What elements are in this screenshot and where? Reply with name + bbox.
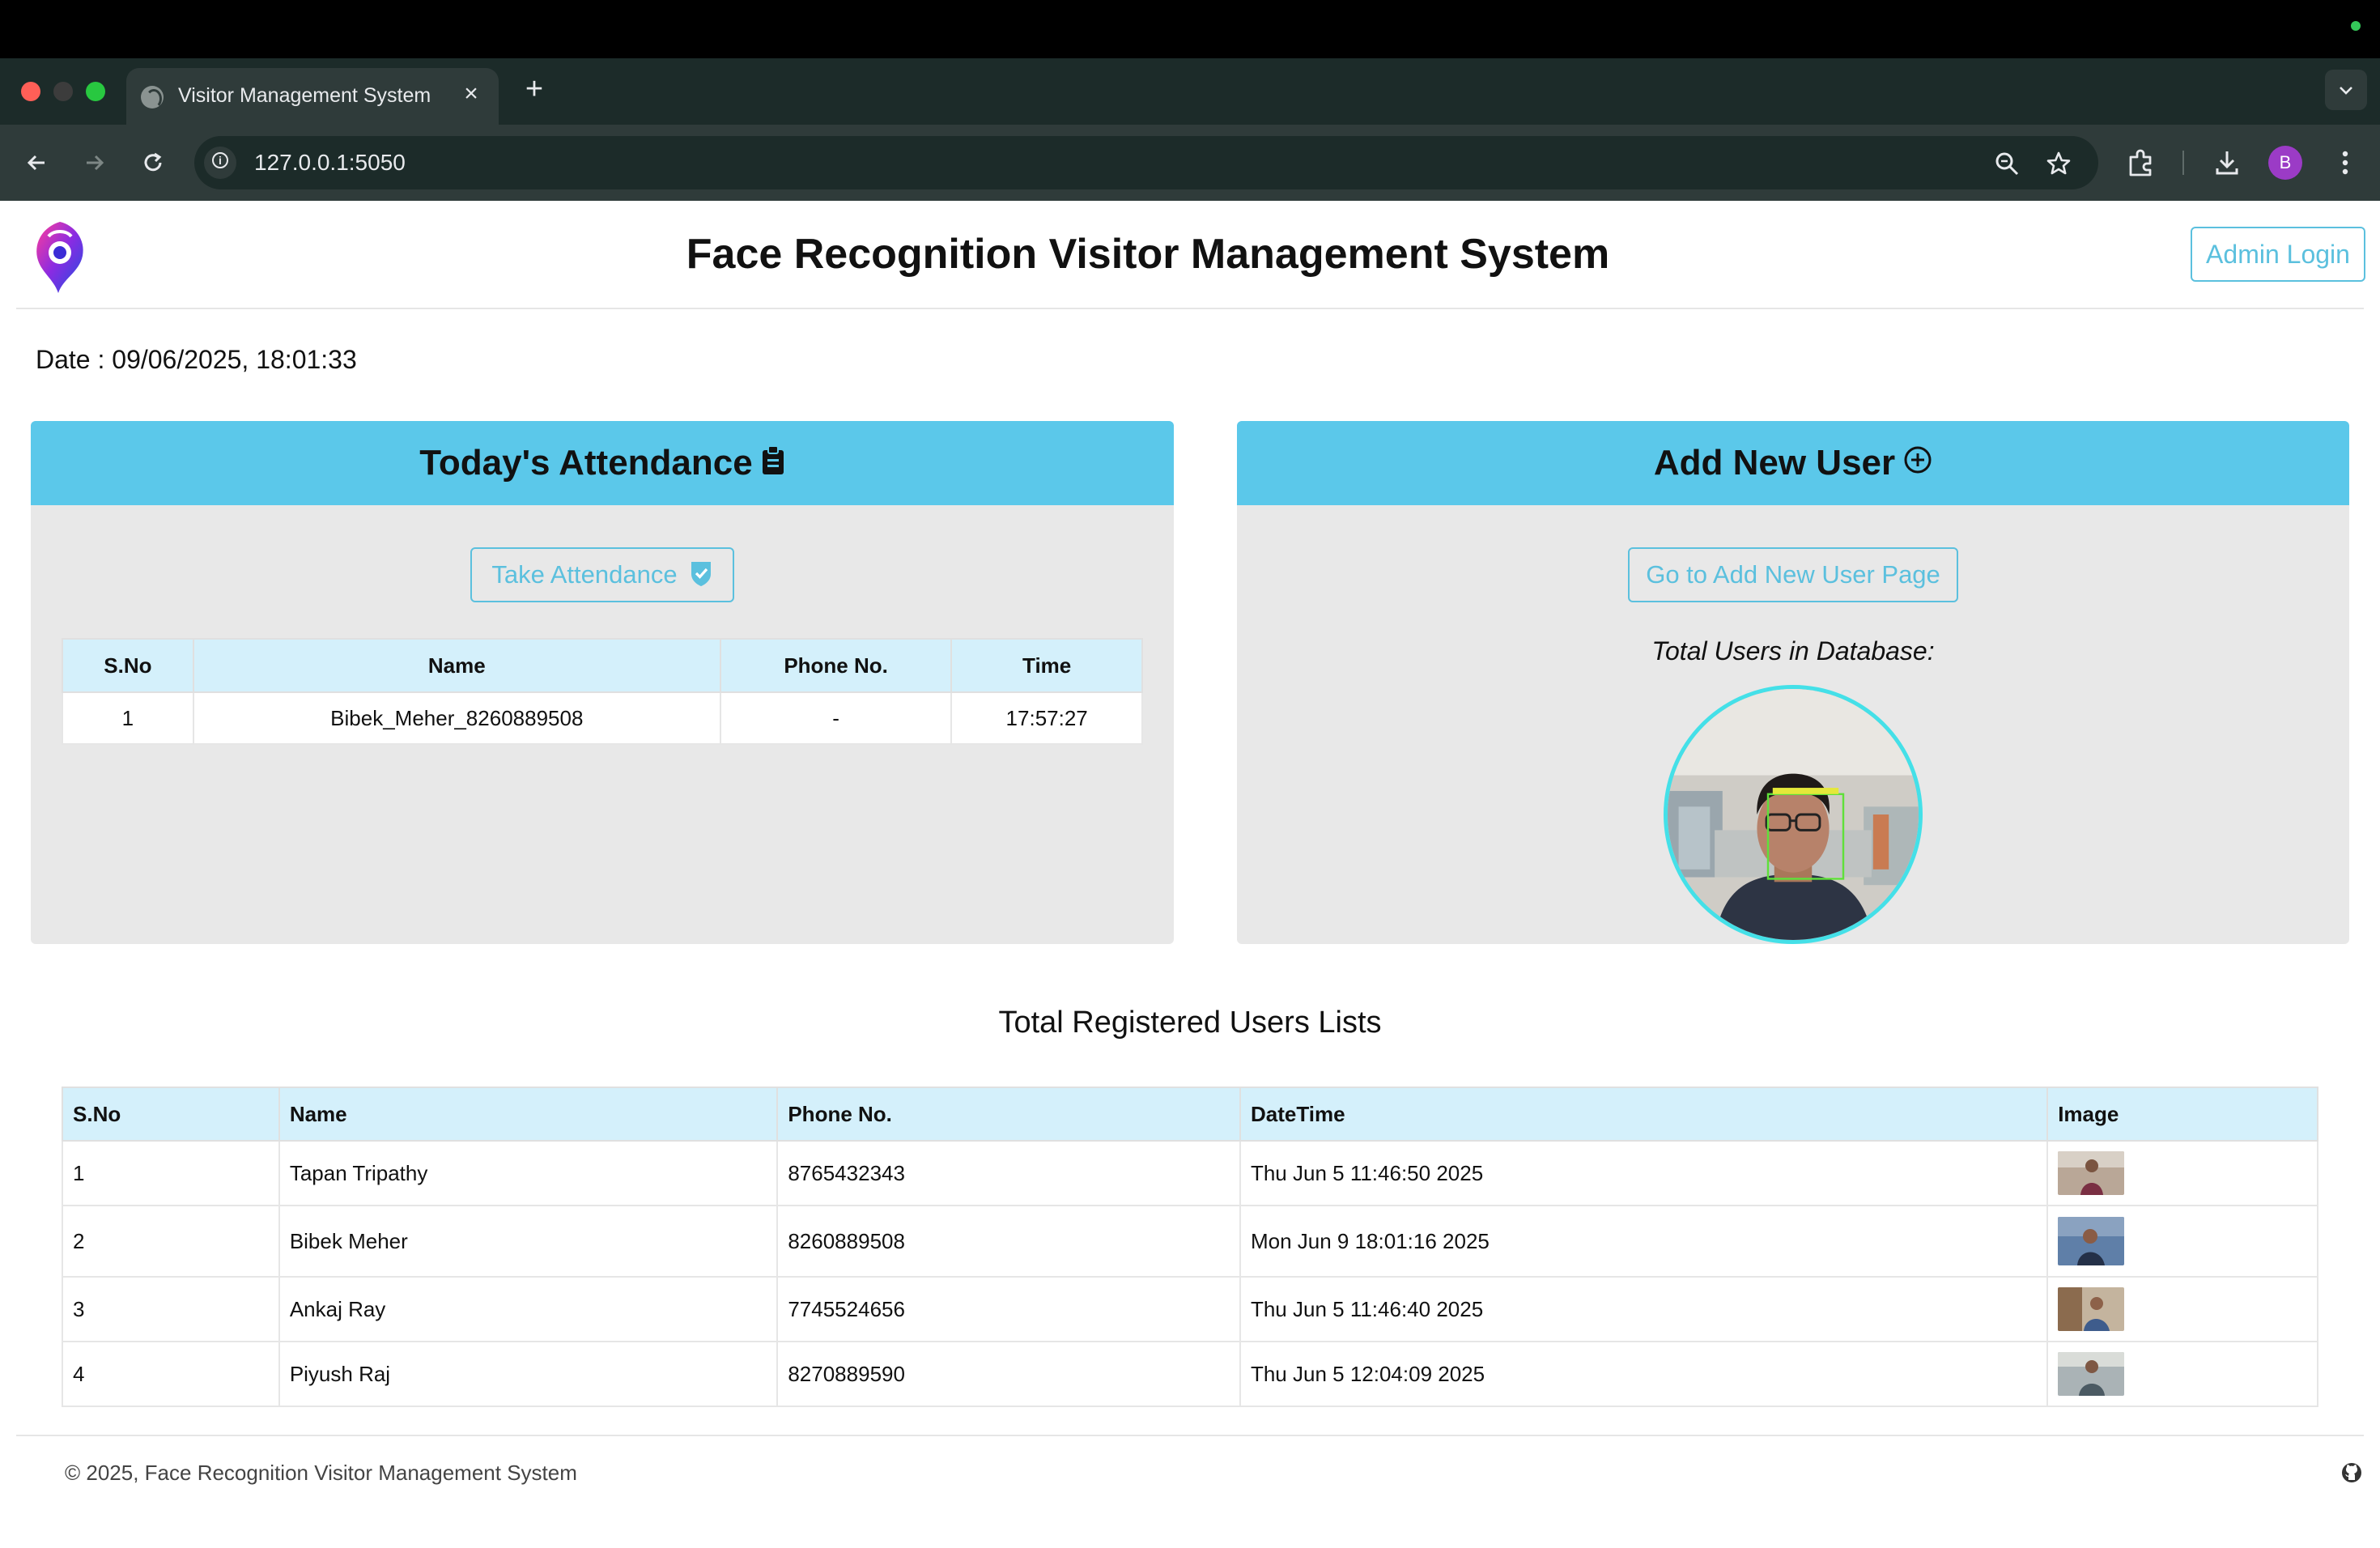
tab-search-button[interactable] (2325, 70, 2367, 110)
cell-phone: 8260889508 (776, 1205, 1241, 1278)
browser-tab-bar: Visitor Management System × + (0, 58, 2380, 125)
cell-phone: - (719, 691, 953, 745)
cell-datetime: Thu Jun 5 11:46:40 2025 (1239, 1276, 2049, 1342)
take-attendance-button[interactable]: Take Attendance (470, 547, 734, 602)
registered-header-row: S.No Name Phone No. DateTime Image (62, 1087, 2318, 1142)
page-content: Face Recognition Visitor Management Syst… (0, 201, 2380, 1548)
attendance-card: Today's Attendance Take Attendance S.No … (31, 421, 1174, 944)
table-row: 3 Ankaj Ray 7745524656 Thu Jun 5 11:46:4… (62, 1276, 2318, 1342)
user-thumbnail[interactable] (2058, 1151, 2125, 1195)
cell-image (2046, 1205, 2318, 1278)
cell-phone: 8270889590 (776, 1341, 1241, 1407)
cell-sno: 1 (62, 691, 194, 745)
toolbar-separator (2182, 151, 2184, 175)
table-row: 1 Tapan Tripathy 8765432343 Thu Jun 5 11… (62, 1140, 2318, 1206)
column-header: Phone No. (719, 638, 953, 693)
tab-title: Visitor Management System (178, 84, 431, 107)
attendance-card-header: Today's Attendance (31, 421, 1174, 505)
browser-tab[interactable]: Visitor Management System × (126, 68, 499, 125)
window-close-button[interactable] (21, 82, 40, 101)
table-row: 1 Bibek_Meher_8260889508 - 17:57:27 (62, 691, 1143, 745)
url-text[interactable]: 127.0.0.1:5050 (254, 150, 406, 176)
cell-name: Tapan Tripathy (278, 1140, 779, 1206)
window-zoom-button[interactable] (86, 82, 105, 101)
page-title: Face Recognition Visitor Management Syst… (686, 231, 1610, 278)
github-icon[interactable] (2341, 1462, 2362, 1483)
reload-button[interactable] (134, 144, 172, 181)
cell-sno: 2 (62, 1205, 280, 1278)
cell-phone: 8765432343 (776, 1140, 1241, 1206)
column-header: Time (950, 638, 1143, 693)
cell-name: Piyush Raj (278, 1341, 779, 1407)
add-user-card: Add New User Go to Add New User Page Tot… (1237, 421, 2349, 944)
attendance-title: Today's Attendance (419, 443, 753, 483)
cell-sno: 3 (62, 1276, 280, 1342)
attendance-header-row: S.No Name Phone No. Time (62, 638, 1143, 693)
add-user-card-header: Add New User (1237, 421, 2349, 505)
cell-phone: 7745524656 (776, 1276, 1241, 1342)
forward-arrow-icon (87, 155, 104, 171)
cell-sno: 1 (62, 1140, 280, 1206)
user-thumbnail[interactable] (2058, 1217, 2125, 1265)
column-header: Name (278, 1087, 779, 1142)
zoom-icon[interactable] (1993, 150, 2021, 177)
add-circle-icon (1904, 446, 1932, 474)
add-user-page-button[interactable]: Go to Add New User Page (1628, 547, 1958, 602)
user-thumbnail[interactable] (2058, 1287, 2125, 1331)
os-menubar (0, 0, 2380, 58)
download-icon[interactable] (2210, 146, 2244, 180)
reload-icon (144, 152, 162, 172)
cell-name: Bibek_Meher_8260889508 (192, 691, 721, 745)
current-date: Date : 09/06/2025, 18:01:33 (36, 345, 357, 374)
new-tab-button[interactable]: + (518, 73, 550, 105)
footer-copyright: © 2025, Face Recognition Visitor Managem… (65, 1461, 577, 1485)
info-icon[interactable]: i (204, 147, 236, 179)
column-header: Name (192, 638, 721, 693)
table-row: 4 Piyush Raj 8270889590 Thu Jun 5 12:04:… (62, 1341, 2318, 1407)
admin-login-button[interactable]: Admin Login (2191, 227, 2365, 282)
address-bar[interactable]: i 127.0.0.1:5050 (194, 136, 2098, 189)
total-users-label: Total Users in Database: (1651, 636, 1935, 666)
cell-datetime: Mon Jun 9 18:01:16 2025 (1239, 1205, 2049, 1278)
column-header: DateTime (1239, 1087, 2049, 1142)
column-header: Image (2046, 1087, 2318, 1142)
browser-toolbar: i 127.0.0.1:5050 B (0, 125, 2380, 201)
star-icon[interactable] (2045, 150, 2072, 177)
tab-close-button[interactable]: × (457, 79, 486, 108)
cell-image (2046, 1276, 2318, 1342)
cell-time: 17:57:27 (950, 691, 1143, 745)
status-indicator (2351, 21, 2361, 31)
cell-sno: 4 (62, 1341, 280, 1407)
chevron-down-icon (2340, 87, 2352, 95)
table-row: 2 Bibek Meher 8260889508 Mon Jun 9 18:01… (62, 1205, 2318, 1278)
cell-name: Bibek Meher (278, 1205, 779, 1278)
clipboard-icon (762, 445, 784, 475)
cell-image (2046, 1140, 2318, 1206)
attendance-table: S.No Name Phone No. Time 1 Bibek_Meher_8… (62, 638, 1143, 745)
footer-divider (16, 1435, 2364, 1436)
column-header: S.No (62, 1087, 280, 1142)
check-shield-icon (691, 561, 711, 586)
back-button[interactable] (18, 144, 55, 181)
user-thumbnail[interactable] (2058, 1352, 2125, 1396)
cell-datetime: Thu Jun 5 12:04:09 2025 (1239, 1341, 2049, 1407)
column-header: Phone No. (776, 1087, 1241, 1142)
registered-users-table: S.No Name Phone No. DateTime Image 1 Tap… (62, 1087, 2318, 1407)
camera-preview (1664, 685, 1923, 944)
cell-datetime: Thu Jun 5 11:46:50 2025 (1239, 1140, 2049, 1206)
take-attendance-label: Take Attendance (491, 560, 678, 589)
back-arrow-icon (27, 155, 45, 171)
header-divider (16, 308, 2364, 309)
cell-image (2046, 1341, 2318, 1407)
forward-button[interactable] (76, 144, 113, 181)
window-minimize-button[interactable] (53, 82, 73, 101)
add-user-title: Add New User (1653, 443, 1896, 483)
column-header: S.No (62, 638, 194, 693)
extensions-icon[interactable] (2124, 146, 2158, 180)
registered-users-title: Total Registered Users Lists (998, 1006, 1382, 1040)
globe-icon (141, 86, 164, 108)
more-vert-icon[interactable] (2328, 146, 2362, 180)
profile-avatar[interactable]: B (2268, 146, 2302, 180)
cell-name: Ankaj Ray (278, 1276, 779, 1342)
